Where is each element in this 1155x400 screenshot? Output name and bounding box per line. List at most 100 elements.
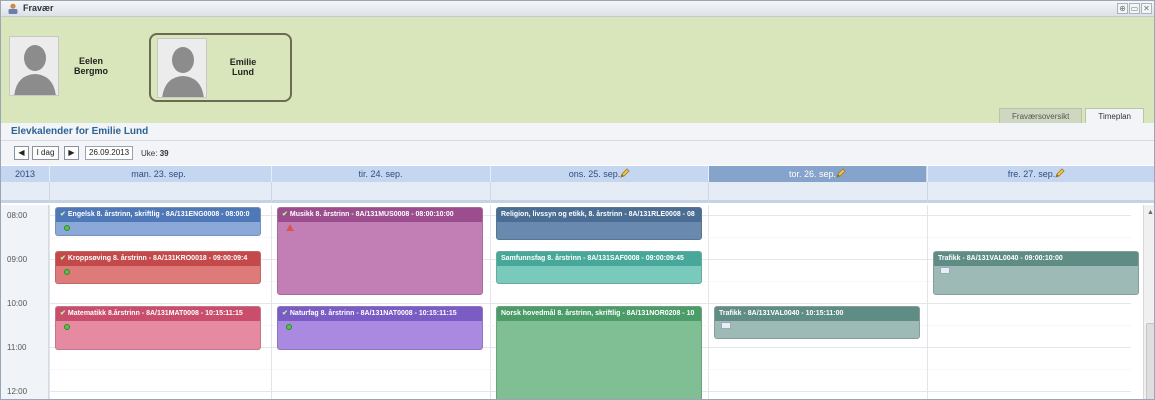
- vertical-scrollbar[interactable]: ▲: [1143, 205, 1154, 399]
- lesson-title-text: Engelsk 8. årstrinn, skriftlig - 8A/131E…: [67, 211, 250, 218]
- help-icon[interactable]: ⊕: [1117, 3, 1128, 14]
- day-header[interactable]: tor. 26. sep.: [708, 166, 926, 182]
- hour-line: [49, 303, 1131, 304]
- day-label: ons. 25. sep.: [568, 169, 621, 179]
- all-day-row: [1, 182, 1154, 203]
- next-week-button[interactable]: ▶: [64, 146, 79, 160]
- status-ok-icon: [64, 324, 70, 330]
- restore-icon[interactable]: ▭: [1129, 3, 1140, 14]
- day-header-row: 2013 man. 23. sep. tir. 24. sep. ons. 25. …: [1, 166, 1154, 182]
- checkmark-icon: ✔: [282, 211, 288, 218]
- absence-window: Fravær ⊕ ▭ ✕ Eelen Bergmo Emilie Lund Fr…: [0, 0, 1155, 400]
- time-column: 08:00 09:00 10:00 11:00 12:00: [1, 205, 49, 399]
- lesson-title: ✔ Kroppsøving 8. årstrinn - 8A/131KRO0018…: [56, 252, 260, 266]
- lesson-title: Trafikk - 8A/131VAL0040 - 10:15:11:00: [715, 307, 919, 321]
- status-ok-icon: [286, 324, 292, 330]
- time-label: 12:00: [7, 387, 28, 396]
- calendar-header: Elevkalender for Emilie Lund: [1, 123, 1154, 141]
- day-header[interactable]: fre. 27. sep.: [927, 166, 1145, 182]
- all-day-cell[interactable]: [708, 182, 926, 203]
- student-name: Eelen Bergmo: [73, 56, 108, 76]
- lesson-event[interactable]: ✔ Matematikk 8.årstrinn - 8A/131MAT0008 -…: [55, 306, 261, 350]
- day-header[interactable]: ons. 25. sep.: [490, 166, 708, 182]
- warning-icon: [286, 224, 294, 231]
- lesson-title: ✔ Musikk 8. årstrinn - 8A/131MUS0008 - 08…: [278, 208, 482, 222]
- envelope-icon[interactable]: [721, 322, 731, 329]
- lesson-event[interactable]: ✔ Musikk 8. årstrinn - 8A/131MUS0008 - 08…: [277, 207, 483, 295]
- lesson-title-text: Matematikk 8.årstrinn - 8A/131MAT0008 - …: [67, 310, 243, 317]
- user-icon: [8, 3, 18, 14]
- window-title: Fravær: [23, 3, 54, 13]
- student-card[interactable]: Eelen Bergmo: [5, 33, 145, 102]
- time-label: 09:00: [7, 255, 28, 264]
- lesson-title: Norsk hovedmål 8. årstrinn, skriftlig - …: [497, 307, 701, 321]
- edit-pencil-icon[interactable]: [1055, 168, 1065, 178]
- lesson-title-text: Samfunnsfag 8. årstrinn - 8A/131SAF0008 …: [501, 255, 684, 262]
- calendar-title: Elevkalender for Emilie Lund: [11, 126, 149, 137]
- lesson-event[interactable]: Trafikk - 8A/131VAL0040 - 10:15:11:00: [714, 306, 920, 339]
- day-label: tir. 24. sep.: [358, 169, 403, 179]
- envelope-icon[interactable]: [940, 267, 950, 274]
- time-label: 11:00: [7, 343, 27, 352]
- student-card-selected[interactable]: Emilie Lund: [149, 33, 292, 102]
- timetable-grid: 08:00 09:00 10:00 11:00 12:00 ✔ Engelsk 8. år…: [1, 205, 1154, 399]
- lesson-title: Trafikk - 8A/131VAL0040 - 09:00:10:00: [934, 252, 1138, 266]
- day-label: fre. 27. sep.: [1007, 169, 1056, 179]
- lesson-title-text: Trafikk - 8A/131VAL0040 - 10:15:11:00: [719, 310, 844, 317]
- day-label: tor. 26. sep.: [788, 169, 837, 179]
- edit-pencil-icon[interactable]: [836, 168, 846, 178]
- checkmark-icon: ✔: [282, 310, 288, 317]
- lesson-title: ✔ Naturfag 8. årstrinn - 8A/131NAT0008 - …: [278, 307, 482, 321]
- year-label: 2013: [14, 169, 36, 179]
- scroll-thumb[interactable]: [1146, 323, 1154, 399]
- student-name: Emilie Lund: [229, 57, 257, 77]
- lesson-event[interactable]: Religion, livssyn og etikk, 8. årstrinn …: [496, 207, 702, 240]
- checkmark-icon: ✔: [60, 255, 66, 262]
- all-day-cell[interactable]: [271, 182, 489, 203]
- lesson-event[interactable]: Norsk hovedmål 8. årstrinn, skriftlig - …: [496, 306, 702, 399]
- lesson-title-text: Kroppsøving 8. årstrinn - 8A/131KRO0018 …: [67, 255, 248, 262]
- day-header[interactable]: man. 23. sep.: [49, 166, 267, 182]
- tab-absence-overview[interactable]: Fraværsoversikt: [999, 108, 1083, 124]
- time-label: 10:00: [7, 299, 28, 308]
- previous-week-button[interactable]: ◀: [14, 146, 29, 160]
- lesson-event[interactable]: ✔ Naturfag 8. årstrinn - 8A/131NAT0008 - …: [277, 306, 483, 350]
- lesson-event[interactable]: Trafikk - 8A/131VAL0040 - 09:00:10:00: [933, 251, 1139, 295]
- close-icon[interactable]: ✕: [1141, 3, 1152, 14]
- calendar-toolbar: ◀ I dag ▶ 26.09.2013 Uke: 39: [1, 141, 1154, 165]
- lesson-event[interactable]: ✔ Engelsk 8. årstrinn, skriftlig - 8A/131…: [55, 207, 261, 237]
- avatar: [9, 36, 59, 96]
- all-day-cell[interactable]: [927, 182, 1145, 203]
- window-controls: ⊕ ▭ ✕: [1117, 3, 1152, 14]
- edit-pencil-icon[interactable]: [620, 168, 630, 178]
- all-day-cell[interactable]: [49, 182, 267, 203]
- lesson-event[interactable]: ✔ Kroppsøving 8. årstrinn - 8A/131KRO0018…: [55, 251, 261, 284]
- time-label: 08:00: [7, 211, 28, 220]
- week-indicator: Uke: 39: [141, 149, 169, 158]
- window-titlebar: Fravær ⊕ ▭ ✕: [1, 1, 1154, 17]
- all-day-cell[interactable]: [490, 182, 708, 203]
- tab-timetable[interactable]: Timeplan: [1085, 108, 1144, 124]
- status-ok-icon: [64, 269, 70, 275]
- person-silhouette-icon: [158, 39, 206, 97]
- date-field[interactable]: 26.09.2013: [85, 146, 133, 160]
- avatar: [157, 38, 207, 98]
- lesson-title: ✔ Engelsk 8. årstrinn, skriftlig - 8A/131…: [56, 208, 260, 222]
- day-label: man. 23. sep.: [131, 169, 186, 179]
- view-tabs: Fraværsoversikt Timeplan: [999, 108, 1144, 124]
- lesson-title-text: Musikk 8. årstrinn - 8A/131MUS0008 - 08:…: [289, 211, 454, 218]
- day-header[interactable]: tir. 24. sep.: [271, 166, 489, 182]
- lesson-title-text: Trafikk - 8A/131VAL0040 - 09:00:10:00: [938, 255, 1063, 262]
- checkmark-icon: ✔: [60, 211, 66, 218]
- lesson-title: Religion, livssyn og etikk, 8. årstrinn …: [497, 208, 701, 222]
- student-header: Eelen Bergmo Emilie Lund Fraværsoversikt…: [1, 17, 1154, 124]
- lesson-title-text: Religion, livssyn og etikk, 8. årstrinn …: [501, 211, 695, 218]
- scroll-up-icon[interactable]: ▲: [1147, 209, 1154, 216]
- checkmark-icon: ✔: [60, 310, 66, 317]
- person-silhouette-icon: [10, 37, 58, 95]
- today-button[interactable]: I dag: [32, 146, 59, 160]
- status-ok-icon: [64, 225, 70, 231]
- lesson-title: Samfunnsfag 8. årstrinn - 8A/131SAF0008 …: [497, 252, 701, 266]
- lesson-title-text: Naturfag 8. årstrinn - 8A/131NAT0008 - 1…: [289, 310, 457, 317]
- lesson-event[interactable]: Samfunnsfag 8. årstrinn - 8A/131SAF0008 …: [496, 251, 702, 284]
